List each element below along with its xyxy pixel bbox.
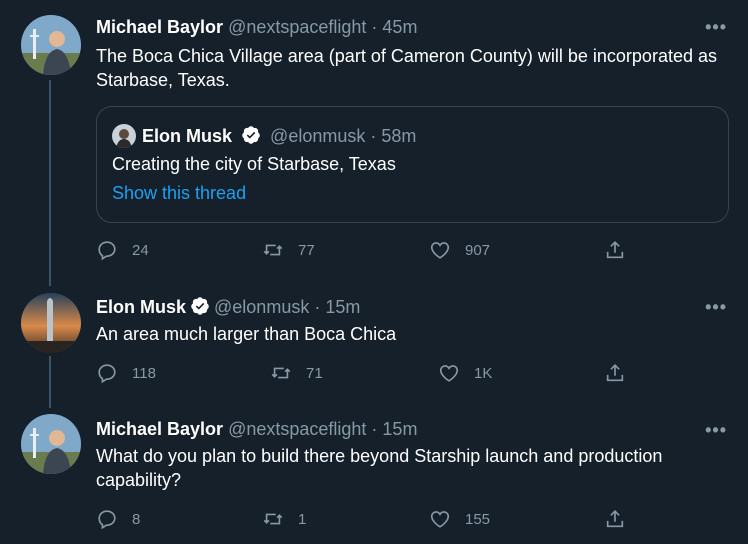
author-handle[interactable]: @elonmusk: [270, 126, 365, 146]
like-count: 155: [465, 510, 491, 528]
retweet-count: 71: [306, 364, 323, 382]
avatar-elon-musk-small: [112, 124, 136, 148]
share-button[interactable]: [604, 239, 640, 261]
tweet-actions: 24 77 907: [96, 239, 656, 263]
share-button[interactable]: [604, 508, 640, 530]
avatar-michael-baylor[interactable]: [21, 414, 81, 474]
heart-icon: [430, 242, 450, 259]
author-name[interactable]: Michael Baylor: [96, 419, 223, 439]
avatar-image: [112, 124, 136, 148]
reply-count: 24: [132, 241, 149, 259]
tweet-actions: 8 1 155: [96, 508, 656, 532]
tweet[interactable]: Michael Baylor @nextspaceflight · 45m ••…: [0, 0, 748, 285]
tweet-actions: 118 71 1K: [96, 362, 656, 386]
author-name[interactable]: Michael Baylor: [96, 17, 223, 37]
separator: ·: [365, 126, 382, 146]
tweet-header: Michael Baylor @nextspaceflight · 15m: [96, 419, 417, 440]
share-icon: [606, 510, 624, 528]
timestamp[interactable]: 58m: [381, 126, 416, 146]
tweet-header: Elon Musk @elonmusk · 15m: [96, 296, 360, 318]
reply-count: 118: [132, 364, 156, 382]
verified-badge-icon: [242, 126, 260, 144]
author-handle[interactable]: @nextspaceflight: [228, 419, 366, 439]
author-handle[interactable]: @elonmusk: [214, 297, 309, 317]
reply-button[interactable]: 118: [96, 362, 156, 384]
retweet-count: 1: [298, 510, 307, 528]
show-thread-link[interactable]: Show this thread: [112, 183, 246, 204]
avatar-image: [21, 15, 81, 75]
reply-icon: [98, 241, 116, 261]
reply-count: 8: [132, 510, 141, 528]
share-button[interactable]: [604, 362, 640, 384]
quoted-tweet-header: Elon Musk @elonmusk · 58m: [112, 124, 416, 148]
heart-icon: [439, 365, 459, 382]
heart-icon: [430, 511, 450, 528]
like-count: 907: [465, 241, 491, 259]
like-button[interactable]: 1K: [438, 362, 492, 384]
like-count: 1K: [474, 364, 493, 382]
retweet-icon: [263, 513, 283, 525]
avatar-image: [21, 293, 81, 353]
tweet-text: An area much larger than Boca Chica: [96, 324, 397, 344]
author-name[interactable]: Elon Musk: [96, 297, 186, 317]
retweet-count: 77: [298, 241, 315, 259]
timestamp[interactable]: 15m: [382, 419, 417, 439]
author-handle[interactable]: @nextspaceflight: [228, 17, 366, 37]
separator: ·: [366, 17, 383, 37]
like-button[interactable]: 155: [429, 508, 490, 530]
avatar-elon-musk[interactable]: [21, 293, 81, 353]
like-button[interactable]: 907: [429, 239, 490, 261]
tweet-header: Michael Baylor @nextspaceflight · 45m: [96, 17, 417, 38]
reply-button[interactable]: 24: [96, 239, 149, 261]
retweet-icon: [263, 244, 283, 256]
quoted-tweet[interactable]: Elon Musk @elonmusk · 58m Creating the c…: [96, 106, 729, 223]
more-options-icon[interactable]: •••: [705, 298, 727, 316]
retweet-button[interactable]: 71: [270, 362, 323, 384]
tweet[interactable]: Michael Baylor @nextspaceflight · 15m ••…: [0, 408, 748, 544]
separator: ·: [309, 297, 326, 317]
quoted-tweet-text: Creating the city of Starbase, Texas: [112, 154, 396, 174]
retweet-button[interactable]: 77: [262, 239, 315, 261]
avatar-image: [21, 414, 81, 474]
timestamp[interactable]: 15m: [325, 297, 360, 317]
timestamp[interactable]: 45m: [382, 17, 417, 37]
author-name[interactable]: Elon Musk: [142, 126, 232, 146]
tweet-text: What do you plan to build there beyond S…: [96, 446, 663, 490]
more-options-icon[interactable]: •••: [705, 421, 727, 439]
verified-badge-icon: [191, 297, 209, 315]
retweet-button[interactable]: 1: [262, 508, 306, 530]
share-icon: [606, 364, 624, 382]
share-icon: [606, 241, 624, 259]
reply-icon: [98, 510, 116, 530]
retweet-icon: [271, 367, 291, 379]
reply-icon: [98, 364, 116, 384]
more-options-icon[interactable]: •••: [705, 18, 727, 36]
separator: ·: [366, 419, 383, 439]
avatar-michael-baylor[interactable]: [21, 15, 81, 75]
tweet[interactable]: Elon Musk @elonmusk · 15m ••• An area mu…: [0, 285, 748, 408]
tweet-text: The Boca Chica Village area (part of Cam…: [96, 46, 717, 90]
reply-button[interactable]: 8: [96, 508, 140, 530]
